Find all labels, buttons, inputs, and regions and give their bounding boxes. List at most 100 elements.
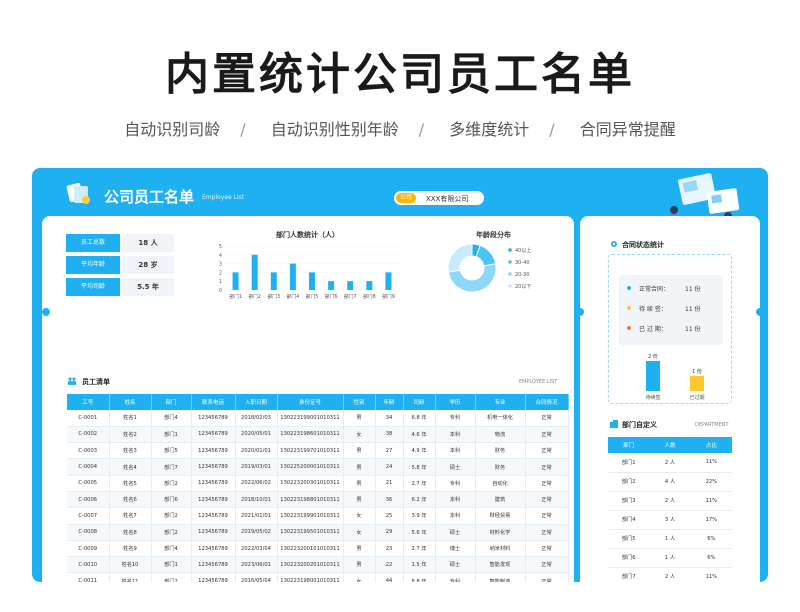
feature-item: 合同异常提醒 [579,120,676,139]
table-row[interactable]: C-0009 姓名9 部门4 123456789 2022/03/04 130223200… [67,540,569,558]
table-cell: 专科 [435,572,476,582]
table-cell: 硕士 [435,458,476,476]
table-row[interactable]: 部门1 2 人 11% [608,453,732,473]
table-cell: 25 [375,507,404,525]
dept-chart-title: 部门人数统计（人） [276,231,339,239]
table-cell: 2020/01/01 [235,442,278,460]
table-cell: 6.8 年 [403,410,436,427]
contract-status-badge: 正常 [541,431,552,438]
table-cell: 6% [690,529,732,549]
table-cell: 5.8 年 [403,458,436,476]
table-row[interactable]: C-0004 姓名4 部门7 123456789 2019/03/01 130225200… [67,458,569,476]
column-header[interactable]: 专业 [475,394,526,410]
table-row[interactable]: 部门4 3 人 17% [608,510,732,530]
table-cell: 硕士 [435,556,476,574]
legend-label: 20-30 [515,272,530,278]
table-cell: 姓名3 [109,442,152,460]
table-row[interactable]: C-0002 姓名2 部门1 123456789 2020/05/01 130223198… [67,426,569,444]
table-row[interactable]: 部门6 1 人 6% [608,548,732,568]
table-cell: 部门2 [151,524,192,541]
table-cell: C-0009 [67,540,110,558]
y-tick-label: 4 [219,253,222,259]
table-cell: 正常 [525,540,569,558]
x-tick-label: 部门1 [229,293,242,300]
bar [328,281,335,290]
data-label: 2 份 [648,353,658,360]
table-cell: 财务 [475,442,526,460]
table-cell: C-0011 [67,572,110,582]
legend-label: 30-40 [515,260,530,266]
column-header[interactable]: 部门 [608,437,650,453]
column-header[interactable]: 工号 [67,394,110,410]
dept-define-title: 部门自定义 [622,421,657,429]
column-header[interactable]: 年龄 [375,394,404,410]
app-window: 公司员工名单 Employee List 公司 XXX有限公司 员工总数 18 … [32,168,768,582]
table-row[interactable]: C-0006 姓名6 部门6 123456789 2018/10/01 130223198… [67,491,569,509]
column-header[interactable]: 人数 [649,437,691,453]
table-row[interactable]: 部门5 1 人 6% [608,529,732,549]
employee-list-title: 员工清单 [82,378,110,386]
table-cell: 正常 [525,572,569,582]
table-row[interactable]: C-0005 姓名5 部门2 123456789 2022/06/02 130223200… [67,475,569,492]
contract-status-badge: 正常 [541,578,552,582]
stat-average-age: 平均年龄 28 岁 [66,256,174,274]
table-row[interactable]: 部门3 2 人 11% [608,491,732,511]
table-row[interactable]: C-0010 姓名10 部门1 123456789 2023/06/01 13022320… [67,556,569,574]
table-cell: 130223200301010311 [277,475,344,492]
table-cell: 4.6 年 [403,426,436,444]
column-header[interactable]: 入职日期 [235,394,278,410]
y-tick-label: 5 [219,244,222,250]
table-cell: 130223200101010311 [277,540,344,558]
column-header[interactable]: 姓名 [109,394,152,410]
table-cell: 2019/03/01 [235,458,278,476]
table-cell: 130223199701010311 [277,442,344,460]
table-cell: 2016/05/04 [235,572,278,582]
left-panel: 员工总数 18 人 平均年龄 28 岁 平均司龄 5.5 年 部门人数统计（人）… [42,216,574,582]
table-row[interactable]: C-0011 姓名11 部门2 123456789 2016/05/04 13022319… [67,572,569,582]
column-header[interactable]: 部门 [151,394,192,410]
table-cell: 部门7 [608,567,650,582]
table-cell: 2023/06/01 [235,556,278,574]
table-cell: 2 人 [649,453,691,473]
table-cell: 男 [343,458,376,476]
contract-status-label: 正常合同： [639,286,670,293]
table-cell: C-0001 [67,410,110,427]
x-tick-label: 部门8 [363,293,376,300]
bar [270,272,277,290]
column-header[interactable]: 性别 [343,394,376,410]
column-header[interactable]: 司龄 [403,394,436,410]
contract-status-badge: 正常 [541,448,552,455]
table-row[interactable]: C-0007 姓名7 部门2 123456789 2021/01/01 130223199… [67,507,569,525]
table-cell: 男 [343,410,376,427]
table-cell: 11% [690,491,732,511]
table-row[interactable]: 部门2 4 人 22% [608,472,732,492]
table-cell: 姓名2 [109,426,152,444]
pie-slice [475,244,497,267]
table-cell: 27 [375,442,404,460]
contract-status-list: 正常合同： 11 份 待 续 签： 11 份 已 过 期： 11 份 [619,275,723,345]
table-row[interactable]: 部门7 2 人 11% [608,567,732,582]
x-tick-label: 部门2 [248,293,261,300]
table-cell: 2019/05/02 [235,524,278,541]
table-cell: 1 人 [649,548,691,568]
table-cell: 17% [690,510,732,530]
column-header[interactable]: 联系电话 [191,394,236,410]
column-header[interactable]: 身份证号 [277,394,344,410]
legend-swatch [508,272,512,276]
column-header[interactable]: 合同情况 [525,394,569,410]
table-row[interactable]: C-0003 姓名3 部门5 123456789 2020/01/01 130223199… [67,442,569,460]
table-cell: 34 [375,410,404,427]
company-pill: 公司 XXX有限公司 [394,191,484,205]
legend-swatch [508,284,512,288]
column-header[interactable]: 学历 [435,394,476,410]
dept-define-subtitle: DEPARTMENT [695,422,729,428]
bar [690,376,704,391]
table-cell: 2 人 [649,567,691,582]
x-tick-label: 已过期 [689,394,704,401]
column-header[interactable]: 占比 [690,437,732,453]
stat-total-employees: 员工总数 18 人 [66,234,174,252]
y-tick-label: 2 [219,270,222,276]
table-row[interactable]: C-0008 姓名8 部门2 123456789 2019/05/02 130223199… [67,524,569,541]
table-row[interactable]: C-0001 姓名1 部门4 123456789 2018/02/03 130223199… [67,410,569,427]
table-cell: 123456789 [191,572,236,582]
